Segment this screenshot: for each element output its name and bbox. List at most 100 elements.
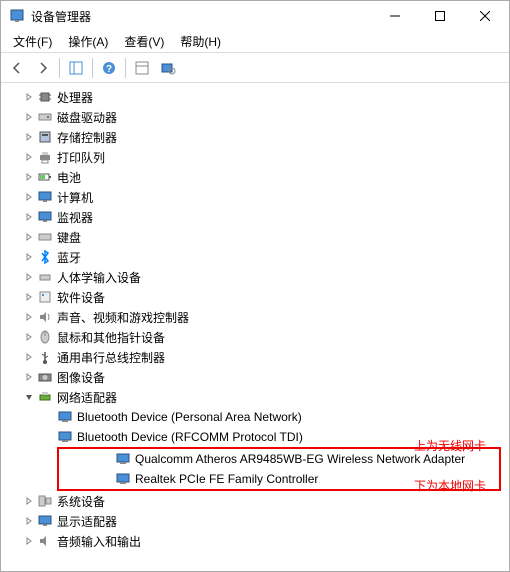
chevron-right-icon[interactable] [21,369,37,385]
chevron-right-icon[interactable] [21,349,37,365]
window-controls [372,2,507,30]
device-category-icon [37,493,53,509]
back-button[interactable] [5,56,29,80]
device-category-icon [37,349,53,365]
device-category-icon [37,533,53,549]
network-adapter-icon [115,471,131,487]
tree-item-label: 监视器 [57,209,93,226]
separator [92,58,93,78]
tree-spacer [99,471,115,487]
chevron-down-icon[interactable] [21,389,37,405]
tree-spacer [41,429,57,445]
tree-item-label: 蓝牙 [57,249,81,266]
chevron-right-icon[interactable] [21,289,37,305]
tree-item[interactable]: 通用串行总线控制器 [1,347,509,367]
tree-item[interactable]: 键盘 [1,227,509,247]
tree-item[interactable]: 网络适配器 [1,387,509,407]
tree-item-label: 处理器 [57,89,93,106]
tree-item[interactable]: 软件设备 [1,287,509,307]
device-category-icon [37,129,53,145]
tree-item-label: 键盘 [57,229,81,246]
tree-item-label: 鼠标和其他指针设备 [57,329,165,346]
tree-spacer [41,409,57,425]
chevron-right-icon[interactable] [21,129,37,145]
tree-item[interactable]: 系统设备 [1,491,509,511]
tree-item[interactable]: 图像设备 [1,367,509,387]
tree-item[interactable]: 处理器 [1,87,509,107]
svg-text:?: ? [106,64,112,75]
tree-item-label: Qualcomm Atheros AR9485WB-EG Wireless Ne… [135,452,465,466]
scan-button[interactable] [156,56,180,80]
tree-item[interactable]: 存储控制器 [1,127,509,147]
chevron-right-icon[interactable] [21,169,37,185]
menu-action[interactable]: 操作(A) [60,31,116,52]
tree-item[interactable]: 鼠标和其他指针设备 [1,327,509,347]
chevron-right-icon[interactable] [21,329,37,345]
chevron-right-icon[interactable] [21,89,37,105]
chevron-right-icon[interactable] [21,149,37,165]
chevron-right-icon[interactable] [21,513,37,529]
device-category-icon [37,209,53,225]
device-category-icon [37,389,53,405]
device-category-icon [37,513,53,529]
tree-child-item[interactable]: Bluetooth Device (Personal Area Network) [1,407,509,427]
tree-item-label: 网络适配器 [57,389,117,406]
titlebar: 设备管理器 [1,1,509,31]
separator [59,58,60,78]
device-category-icon [37,89,53,105]
show-hide-tree-button[interactable] [64,56,88,80]
tree-item[interactable]: 显示适配器 [1,511,509,531]
tree-item[interactable]: 人体学输入设备 [1,267,509,287]
chevron-right-icon[interactable] [21,269,37,285]
device-category-icon [37,249,53,265]
chevron-right-icon[interactable] [21,493,37,509]
chevron-right-icon[interactable] [21,209,37,225]
network-adapter-icon [115,451,131,467]
tree-item[interactable]: 监视器 [1,207,509,227]
app-icon [9,8,25,24]
tree-item-label: 电池 [57,169,81,186]
chevron-right-icon[interactable] [21,249,37,265]
tree-item-label: 人体学输入设备 [57,269,141,286]
tree-item[interactable]: 打印队列 [1,147,509,167]
separator [125,58,126,78]
tree-item-label: 显示适配器 [57,513,117,530]
tree-item-label: 打印队列 [57,149,105,166]
help-button[interactable]: ? [97,56,121,80]
properties-button[interactable] [130,56,154,80]
tree-item[interactable]: 电池 [1,167,509,187]
maximize-button[interactable] [417,2,462,30]
menu-file[interactable]: 文件(F) [5,31,60,52]
device-category-icon [37,169,53,185]
tree-item-label: 系统设备 [57,493,105,510]
tree-item-label: Realtek PCIe FE Family Controller [135,472,318,486]
forward-button[interactable] [31,56,55,80]
chevron-right-icon[interactable] [21,533,37,549]
toolbar: ? [1,53,509,83]
tree-item-label: 通用串行总线控制器 [57,349,165,366]
chevron-right-icon[interactable] [21,229,37,245]
tree-item[interactable]: 计算机 [1,187,509,207]
chevron-right-icon[interactable] [21,309,37,325]
tree-spacer [99,451,115,467]
tree-item-label: 存储控制器 [57,129,117,146]
minimize-button[interactable] [372,2,417,30]
device-category-icon [37,229,53,245]
tree-item[interactable]: 音频输入和输出 [1,531,509,551]
tree-item[interactable]: 声音、视频和游戏控制器 [1,307,509,327]
close-button[interactable] [462,2,507,30]
tree-item[interactable]: 磁盘驱动器 [1,107,509,127]
tree-item[interactable]: 蓝牙 [1,247,509,267]
device-tree[interactable]: 处理器 磁盘驱动器 存储控制器 打印队列 电池 计算机 监视器 键盘 蓝牙 人体… [1,83,509,571]
menu-help[interactable]: 帮助(H) [172,31,229,52]
tree-item-label: 磁盘驱动器 [57,109,117,126]
menubar: 文件(F) 操作(A) 查看(V) 帮助(H) [1,31,509,53]
menu-view[interactable]: 查看(V) [116,31,172,52]
device-category-icon [37,369,53,385]
tree-item-label: Bluetooth Device (Personal Area Network) [77,410,302,424]
device-category-icon [37,189,53,205]
device-category-icon [37,109,53,125]
tree-item-label: 音频输入和输出 [57,533,141,550]
chevron-right-icon[interactable] [21,109,37,125]
chevron-right-icon[interactable] [21,189,37,205]
